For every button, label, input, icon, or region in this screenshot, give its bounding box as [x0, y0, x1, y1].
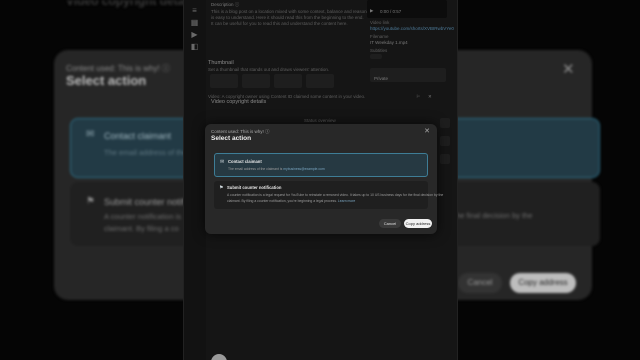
bg-cancel-button: Cancel	[458, 273, 502, 293]
select-action-dialog: Content used: This is why! ⓘ Select acti…	[205, 124, 443, 234]
claimant-email[interactable]: mybusiness@example.com	[283, 167, 325, 171]
option-contact-desc-prefix: The email address of the claimant is	[228, 167, 284, 171]
thumbnail-subtext: Set a thumbnail that stands out and draw…	[208, 67, 330, 72]
bg-mail-icon: ✉	[86, 129, 95, 140]
subtitles-label: Subtitles	[370, 48, 388, 53]
side-button-2[interactable]	[440, 136, 450, 146]
video-link-label: Video link	[370, 20, 390, 25]
close-icon[interactable]: ✕	[423, 128, 431, 136]
dashboard-icon[interactable]: ▦	[190, 18, 199, 27]
thumbnail-option-2[interactable]	[274, 74, 302, 88]
subtitles-value	[370, 54, 382, 59]
side-button-3[interactable]	[440, 154, 450, 164]
option-contact-desc: The email address of the claimant is myb…	[228, 167, 325, 171]
thumbnail-upload[interactable]	[210, 74, 238, 88]
thumbnail-heading: Thumbnail	[208, 60, 234, 66]
bg-close-icon: ✕	[562, 61, 575, 78]
cancel-button[interactable]: Cancel	[379, 219, 401, 228]
description-label: Description ⓘ	[211, 2, 240, 7]
play-icon[interactable]: ▶	[370, 8, 373, 14]
visibility-value: Private	[374, 76, 389, 81]
mail-icon: ✉	[220, 159, 225, 165]
video-time: 0:00 / 0:57	[380, 9, 402, 14]
description-line-3: It can be useful for you to read this an…	[211, 21, 348, 26]
feedback-icon[interactable]: ⚐	[416, 94, 420, 100]
bg-option-contact-title: Contact claimant	[104, 131, 172, 141]
avatar[interactable]	[211, 354, 227, 360]
bg-option-counter-desc-1: A counter notification is	[104, 212, 182, 221]
screen-recording-frame: Video copyright details Content used: Th…	[0, 0, 640, 360]
video-preview[interactable]	[367, 0, 447, 18]
option-contact-title: Contact claimant	[228, 159, 262, 164]
option-contact-claimant[interactable]: ✉ Contact claimant The email address of …	[214, 153, 428, 177]
thumbnail-option-3[interactable]	[306, 74, 334, 88]
copy-address-button[interactable]: Copy address	[404, 219, 432, 228]
description-line-1: This is a blog post on a location mixed …	[211, 9, 382, 14]
filename-label: Filename	[370, 34, 389, 39]
copyright-heading: Video copyright details	[211, 99, 267, 105]
option-counter-notification[interactable]: ⚑ Submit counter notification A counter …	[214, 181, 443, 209]
bg-option-counter-desc-tail: the final decision by the	[454, 211, 533, 220]
panel-close-icon[interactable]: ✕	[428, 94, 432, 100]
status-overview: Status overview	[304, 118, 336, 123]
bg-flag-icon: ⚑	[86, 196, 95, 207]
bg-option-counter-title: Submit counter notifi	[104, 197, 187, 207]
bg-dialog-title: Select action	[66, 73, 147, 88]
learn-more-link[interactable]: Learn more	[338, 199, 355, 203]
bg-option-counter-desc-2: claimant. By filing a co	[104, 224, 179, 233]
option-counter-desc-2: claimant. By filing a counter notificati…	[227, 199, 355, 203]
side-button-1[interactable]	[440, 118, 450, 128]
flag-icon: ⚑	[219, 185, 224, 191]
option-counter-desc-2-prefix: claimant. By filing a counter notificati…	[227, 199, 338, 203]
option-counter-title: Submit counter notification	[227, 185, 282, 190]
filename-value: IT Weekday 1.mp4	[370, 40, 408, 45]
menu-icon[interactable]: ≡	[190, 6, 199, 15]
left-rail: ≡ ▦ ▶ ◧	[184, 0, 206, 360]
thumbnail-option-1[interactable]	[242, 74, 270, 88]
bg-page-title: Video copyright details	[66, 0, 198, 8]
description-line-2: is easy to understand. Here it should re…	[211, 15, 364, 20]
option-counter-desc-1: A counter notification is a legal reques…	[227, 193, 444, 197]
bg-copy-address-button: Copy address	[510, 273, 576, 293]
dialog-title: Select action	[211, 135, 252, 142]
analytics-icon[interactable]: ◧	[190, 42, 199, 51]
content-icon[interactable]: ▶	[190, 30, 199, 39]
video-link[interactable]: https://youtube.com/shorts/XVBIRwbVYe0	[370, 26, 454, 31]
